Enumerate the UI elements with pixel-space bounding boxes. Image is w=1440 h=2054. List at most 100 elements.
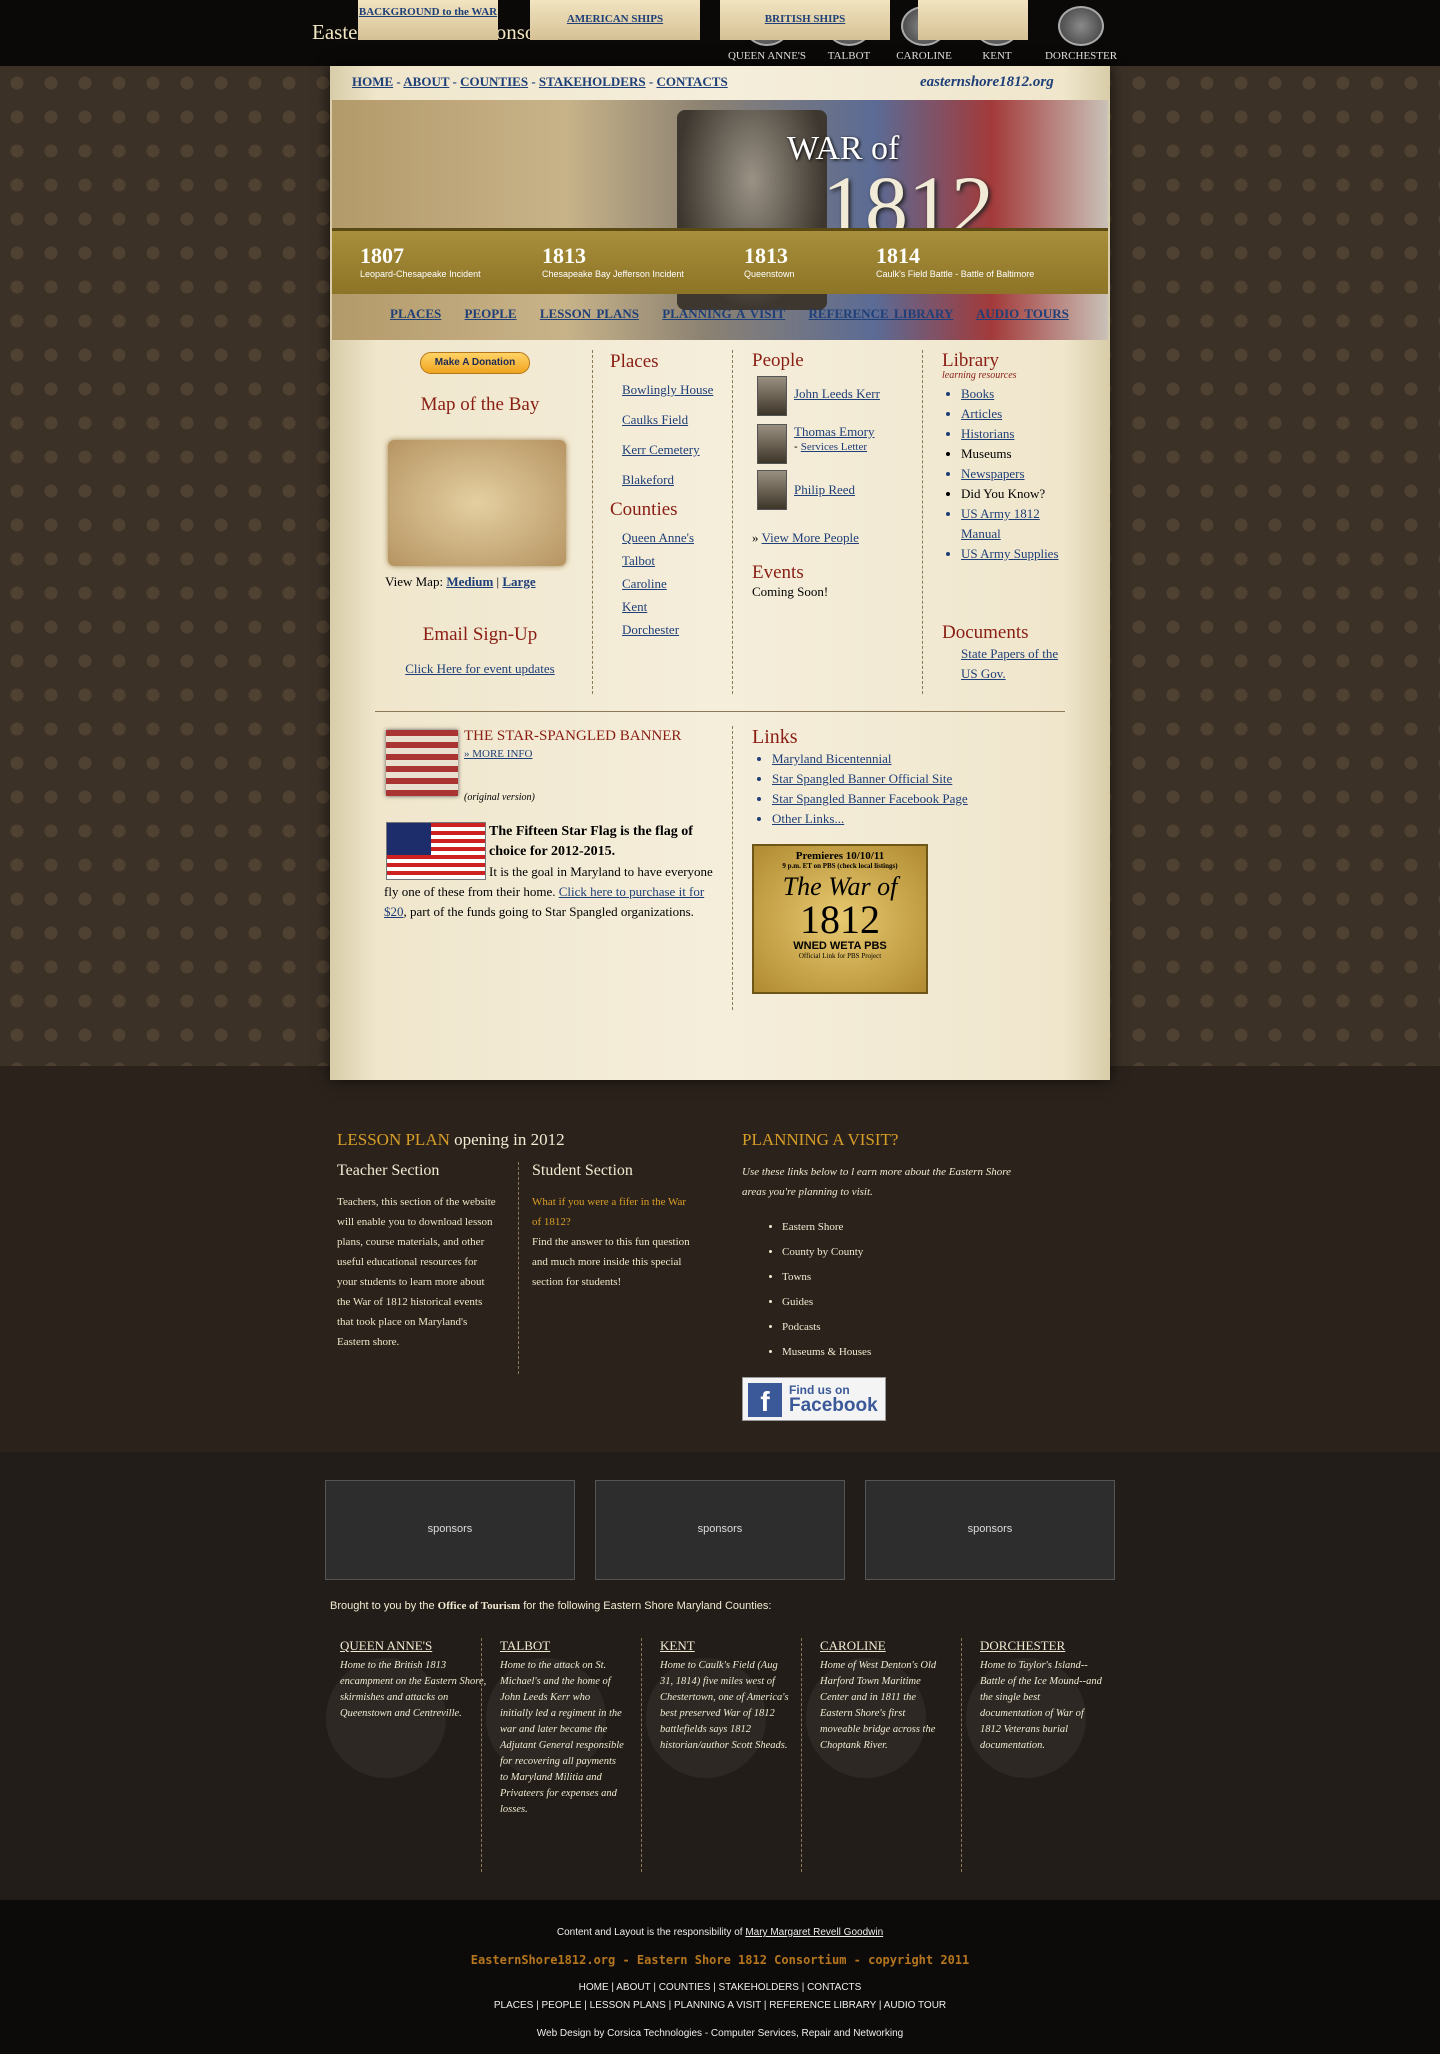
subnav-planning-visit[interactable]: PLANNING A VISIT <box>662 306 785 321</box>
county-link[interactable]: Kent <box>622 597 720 617</box>
county-column: CAROLINE Home of West Denton's Old Harfo… <box>806 1638 945 1778</box>
library-link[interactable]: Newspapers <box>961 464 1081 484</box>
view-more-people-link[interactable]: View More People <box>762 530 859 545</box>
banner-more-info-link[interactable]: » MORE INFO <box>464 748 532 760</box>
nav-home[interactable]: HOME <box>352 74 393 89</box>
nav-stakeholders[interactable]: STAKEHOLDERS <box>539 74 646 89</box>
fifteen-star-heading: The Fifteen Star Flag is the flag of cho… <box>489 824 693 859</box>
person-link[interactable]: John Leeds Kerr <box>794 386 880 402</box>
place-link[interactable]: Kerr Cemetery <box>622 440 720 460</box>
county-name-link[interactable]: KENT <box>660 1638 790 1654</box>
nav-about[interactable]: ABOUT <box>403 74 449 89</box>
place-link[interactable]: Caulks Field <box>622 410 720 430</box>
visit-link[interactable]: Eastern Shore <box>782 1215 871 1240</box>
student-text: Find the answer to this fun question and… <box>532 1236 690 1288</box>
county-seal-icon <box>486 1658 606 1778</box>
county-link[interactable]: Dorchester <box>622 620 720 640</box>
author-link[interactable]: Mary Margaret Revell Goodwin <box>745 1927 883 1938</box>
footer-link[interactable]: PLACES <box>494 2000 533 2011</box>
person-link[interactable]: Thomas Emory <box>794 424 875 440</box>
person-portrait-icon[interactable] <box>757 470 787 510</box>
person-portrait-icon[interactable] <box>757 376 787 416</box>
copyright: EasternShore1812.org - Eastern Shore 181… <box>470 1953 970 1967</box>
footer-link[interactable]: ABOUT <box>616 1982 650 1993</box>
footer-link[interactable]: REFERENCE LIBRARY <box>769 2000 876 2011</box>
services-letter-link[interactable]: Services Letter <box>801 441 867 453</box>
subnav-places[interactable]: PLACES <box>390 306 441 321</box>
library-link[interactable]: Books <box>961 384 1081 404</box>
county-name-link[interactable]: DORCHESTER <box>980 1638 1105 1654</box>
nav-contacts[interactable]: CONTACTS <box>656 74 727 89</box>
subnav-audio-tours[interactable]: AUDIO TOURS <box>976 306 1069 321</box>
timeline-item[interactable]: 1813 Queenstown <box>744 243 795 279</box>
county-name-link[interactable]: QUEEN ANNE'S <box>340 1638 490 1654</box>
footer-link[interactable]: AUDIO TOUR <box>884 2000 946 2011</box>
library-list: Books Articles Historians Museums Newspa… <box>961 384 1081 564</box>
timeline-item[interactable]: 1814 Caulk's Field Battle - Battle of Bal… <box>876 243 1034 279</box>
documents-link[interactable]: State Papers of the US Gov. <box>961 644 1071 684</box>
library-link[interactable]: US Army 1812 Manual <box>961 504 1081 544</box>
county-name-link[interactable]: TALBOT <box>500 1638 625 1654</box>
timeline-strip: 1807 Leopard-Chesapeake Incident 1813 Ches… <box>332 228 1108 294</box>
planning-visit-intro: Use these links below to l earn more abo… <box>742 1166 1011 1198</box>
web-design-credit[interactable]: Web Design by Corsica Technologies - Com… <box>0 2028 1440 2039</box>
tab-background-war[interactable]: BACKGROUND to the WAR <box>358 0 498 40</box>
nav-counties[interactable]: COUNTIES <box>460 74 528 89</box>
view-map-row: View Map: Medium | Large <box>385 574 536 589</box>
county-name-link[interactable]: CAROLINE <box>820 1638 945 1654</box>
tab-british-ships[interactable]: BRITISH SHIPS <box>720 0 890 40</box>
teacher-heading[interactable]: Teacher Section <box>337 1162 439 1180</box>
pbs-promo[interactable]: Premieres 10/10/11 9 p.m. ET on PBS (che… <box>752 844 928 994</box>
library-link[interactable]: Historians <box>961 424 1081 444</box>
external-link[interactable]: Star Spangled Banner Official Site <box>772 769 1072 789</box>
map-large-link[interactable]: Large <box>502 574 535 589</box>
visit-link[interactable]: Podcasts <box>782 1315 871 1340</box>
facebook-button[interactable]: f Find us on Facebook <box>742 1377 886 1421</box>
email-signup-link[interactable]: Click Here for event updates <box>380 661 580 677</box>
external-link[interactable]: Star Spangled Banner Facebook Page <box>772 789 1072 809</box>
site-url[interactable]: easternshore1812.org <box>920 74 1054 91</box>
subnav-lesson-plans[interactable]: LESSON PLANS <box>540 306 639 321</box>
tab-american-ships[interactable]: AMERICAN SHIPS <box>530 0 700 40</box>
external-link[interactable]: Maryland Bicentennial <box>772 749 1072 769</box>
lesson-plan-heading: LESSON PLAN opening in 2012 <box>337 1130 565 1149</box>
footer-link[interactable]: STAKEHOLDERS <box>719 1982 799 1993</box>
banner-title[interactable]: THE STAR-SPANGLED BANNER <box>464 728 681 745</box>
subnav-reference-library[interactable]: REFERENCE LIBRARY <box>808 306 953 321</box>
visit-link[interactable]: Towns <box>782 1265 871 1290</box>
footer-link[interactable]: PEOPLE <box>541 2000 581 2011</box>
place-link[interactable]: Blakeford <box>622 470 720 490</box>
visit-link[interactable]: Museums & Houses <box>782 1340 871 1365</box>
sponsor-box[interactable]: sponsors <box>865 1480 1115 1580</box>
timeline-item[interactable]: 1813 Chesapeake Bay Jefferson Incident <box>542 243 684 279</box>
visit-link[interactable]: Guides <box>782 1290 871 1315</box>
map-section: Map of the Bay <box>380 394 580 416</box>
library-link[interactable]: US Army Supplies <box>961 544 1081 564</box>
sponsor-box[interactable]: sponsors <box>595 1480 845 1580</box>
footer-link[interactable]: LESSON PLANS <box>590 2000 666 2011</box>
place-link[interactable]: Bowlingly House <box>622 380 720 400</box>
external-link[interactable]: Other Links... <box>772 809 1072 829</box>
visit-link[interactable]: County by County <box>782 1240 871 1265</box>
footer-link[interactable]: PLANNING A VISIT <box>674 2000 761 2011</box>
donate-button[interactable]: Make A Donation <box>420 352 530 374</box>
county-link[interactable]: Caroline <box>622 574 720 594</box>
footer-link[interactable]: CONTACTS <box>807 1982 861 1993</box>
bay-map-image[interactable] <box>388 440 566 566</box>
star-spangled-banner-image[interactable] <box>386 730 458 796</box>
person-link[interactable]: Philip Reed <box>794 482 855 498</box>
subnav-people[interactable]: PEOPLE <box>465 306 517 321</box>
county-link[interactable]: Talbot <box>622 551 720 571</box>
sponsor-box[interactable]: sponsors <box>325 1480 575 1580</box>
library-item: Did You Know? <box>961 484 1081 504</box>
footer-link[interactable]: HOME <box>579 1982 609 1993</box>
timeline-item[interactable]: 1807 Leopard-Chesapeake Incident <box>360 243 481 279</box>
map-medium-link[interactable]: Medium <box>446 574 493 589</box>
seal-dorchester[interactable]: DORCHESTER <box>1036 6 1126 62</box>
county-link[interactable]: Queen Anne's <box>622 528 720 548</box>
library-link[interactable]: Articles <box>961 404 1081 424</box>
events-heading: Events <box>752 562 804 583</box>
student-heading[interactable]: Student Section <box>532 1162 633 1180</box>
footer-link[interactable]: COUNTIES <box>659 1982 711 1993</box>
person-portrait-icon[interactable] <box>757 424 787 464</box>
